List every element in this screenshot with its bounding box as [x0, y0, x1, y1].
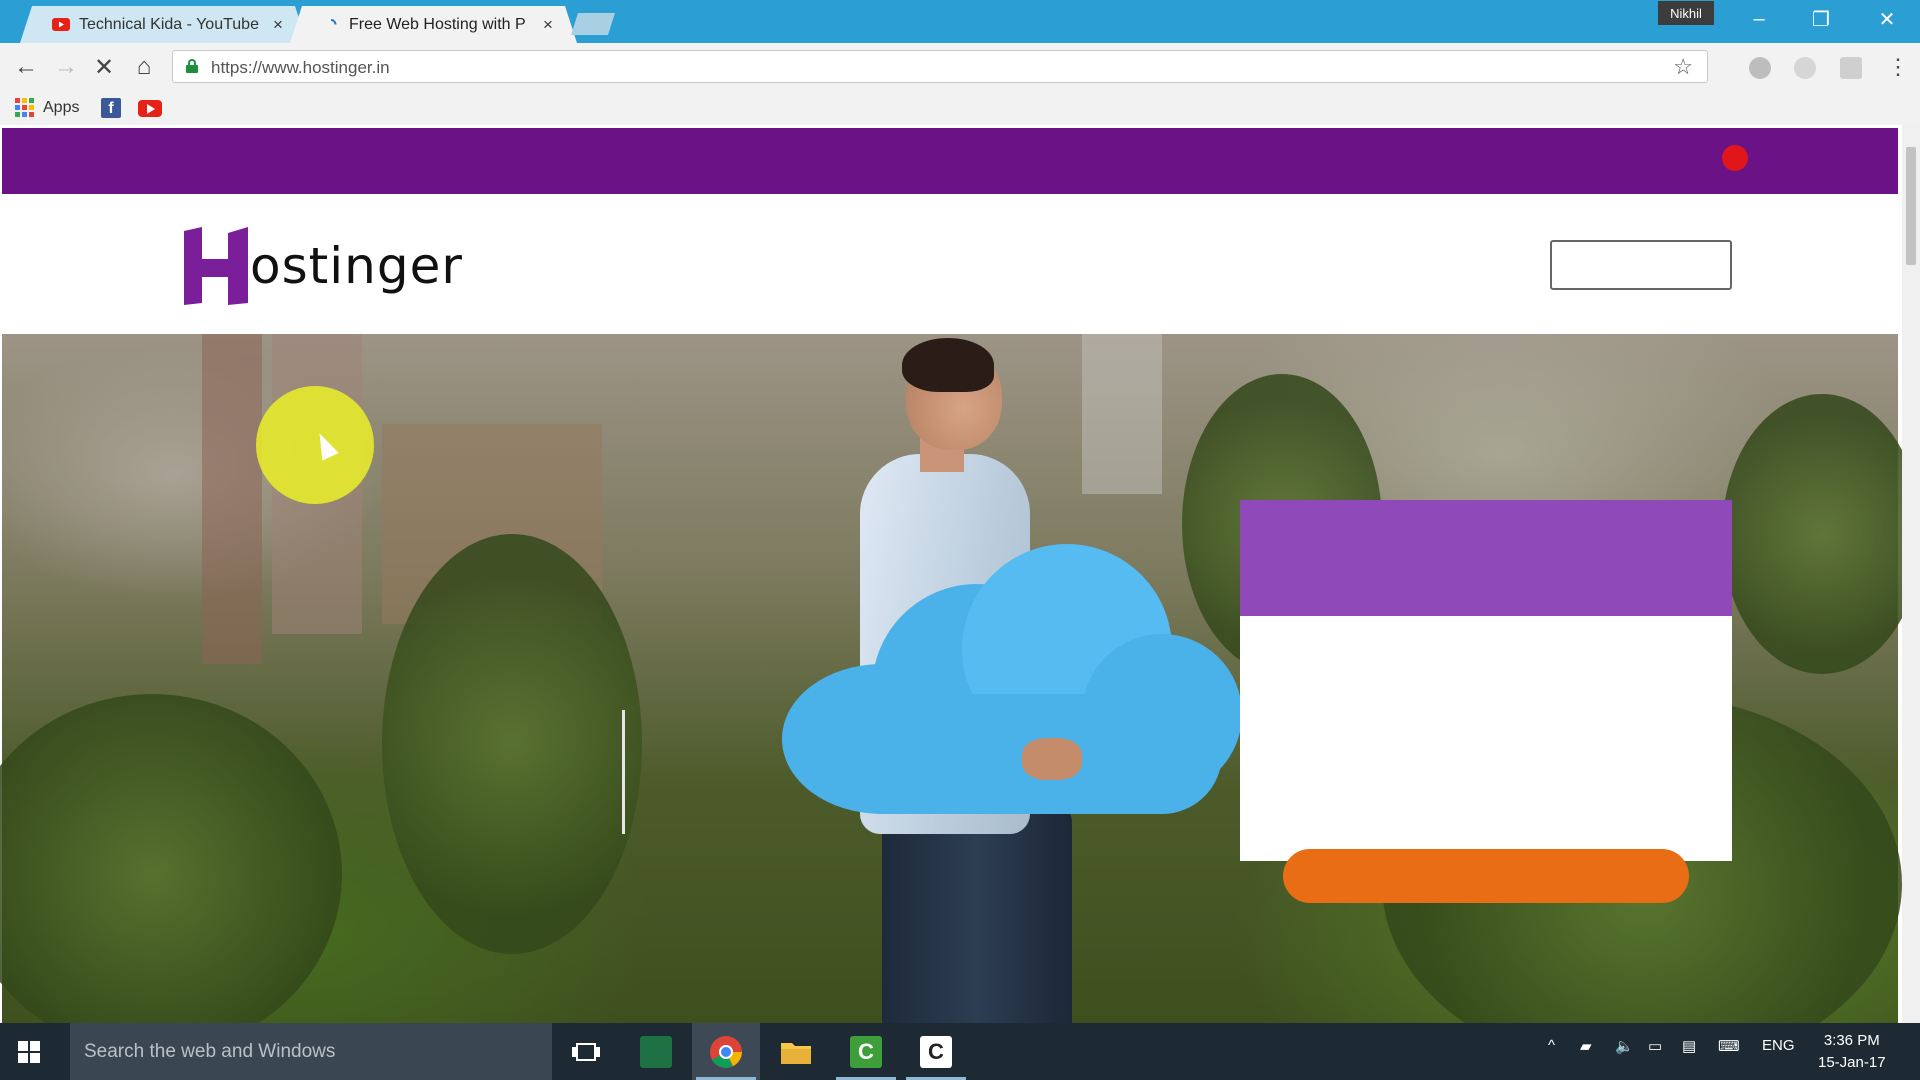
keyboard-icon[interactable]: ⌨ — [1718, 1037, 1740, 1055]
clock[interactable]: 3:36 PM 15-Jan-17 — [1818, 1030, 1886, 1074]
camtasia-icon: C — [850, 1035, 882, 1068]
tab-youtube[interactable]: Technical Kida - YouTube × — [20, 6, 307, 43]
taskbar-search-box[interactable]: Search the web and Windows — [70, 1023, 552, 1080]
extension-icon[interactable] — [1749, 57, 1771, 79]
promo-card-header — [1240, 500, 1732, 616]
logo-h-mark — [184, 227, 248, 305]
bookmark-star-icon[interactable]: ☆ — [1673, 54, 1693, 80]
clock-date: 15-Jan-17 — [1818, 1054, 1886, 1071]
tab-title: Technical Kida - YouTube — [79, 15, 259, 33]
hero-banner — [0, 334, 1902, 1023]
close-window-button[interactable]: ✕ — [1864, 4, 1910, 34]
person-hand — [1022, 738, 1082, 780]
minimize-button[interactable]: – — [1736, 4, 1782, 34]
background-tree — [0, 694, 342, 1023]
bookmark-apps-label: Apps — [43, 98, 80, 116]
background-building — [202, 334, 262, 664]
scroll-thumb[interactable] — [1906, 147, 1916, 265]
tray-overflow-icon[interactable]: ^ — [1548, 1037, 1555, 1054]
site-header: ostinger — [2, 194, 1898, 334]
stop-button[interactable]: ✕ — [88, 53, 120, 81]
background-tree — [1722, 394, 1902, 674]
promo-card-body — [1240, 616, 1732, 861]
language-indicator[interactable]: ENG — [1762, 1037, 1795, 1054]
extension-icon[interactable] — [1840, 57, 1862, 79]
forward-button[interactable]: → — [50, 53, 82, 81]
tab-strip: Technical Kida - YouTube × Free Web Host… — [0, 0, 1920, 43]
chrome-menu-button[interactable]: ⋮ — [1882, 53, 1914, 81]
network-icon[interactable]: ▰ — [1580, 1037, 1592, 1055]
volume-icon[interactable]: 🔈 — [1615, 1037, 1634, 1055]
tab-title: Free Web Hosting with P — [349, 15, 526, 33]
home-button[interactable]: ⌂ — [128, 53, 160, 81]
spreadsheet-app-icon — [640, 1035, 672, 1068]
bookmarks-bar: Apps f — [0, 91, 1920, 125]
header-login-button[interactable] — [1550, 240, 1732, 290]
slider-divider — [622, 710, 625, 834]
tab-close-icon[interactable]: × — [271, 15, 285, 35]
new-tab-button[interactable] — [571, 13, 615, 35]
address-bar[interactable]: https://www.hostinger.in ☆ — [172, 50, 1708, 83]
cloud-icon — [782, 544, 1242, 814]
notification-icon[interactable]: ▤ — [1682, 1037, 1696, 1055]
profile-button[interactable]: Nikhil — [1658, 1, 1714, 25]
bookmark-apps[interactable]: Apps — [15, 98, 79, 117]
hostinger-logo[interactable]: ostinger — [180, 224, 463, 308]
top-announcement-bar — [2, 128, 1898, 194]
taskbar-file-explorer[interactable] — [762, 1023, 830, 1080]
url-text: https://www.hostinger.in — [211, 58, 390, 77]
task-view-button[interactable] — [552, 1023, 620, 1080]
youtube-icon[interactable] — [138, 100, 162, 117]
extension-icon[interactable] — [1794, 57, 1816, 79]
folder-icon — [781, 1042, 811, 1064]
windows-taskbar: Search the web and Windows C C ^ ▰ 🔈 ▭ ▤… — [0, 1023, 1920, 1080]
page-scrollbar[interactable] — [1902, 125, 1920, 1023]
facebook-icon[interactable]: f — [101, 98, 121, 118]
youtube-icon — [52, 18, 70, 31]
chrome-icon — [710, 1035, 742, 1068]
browser-toolbar: ← → ✕ ⌂ https://www.hostinger.in ☆ ⋮ — [0, 43, 1920, 91]
promo-cta-button[interactable] — [1283, 849, 1689, 903]
apps-grid-icon — [15, 98, 34, 117]
camtasia-recorder-icon: C — [920, 1035, 952, 1068]
action-center-icon[interactable]: ▭ — [1648, 1037, 1662, 1055]
person-legs — [882, 804, 1072, 1023]
loading-spinner-icon — [322, 18, 340, 31]
taskbar-camtasia-green[interactable]: C — [832, 1023, 900, 1080]
taskbar-chrome[interactable] — [692, 1023, 760, 1080]
web-page: ostinger — [0, 125, 1902, 1023]
task-view-icon — [572, 1042, 600, 1061]
restore-button[interactable]: ❐ — [1798, 4, 1844, 34]
tab-close-icon[interactable]: × — [541, 15, 555, 35]
person-hair — [902, 338, 994, 392]
background-building — [1082, 334, 1162, 494]
lock-icon — [186, 59, 198, 73]
back-button[interactable]: ← — [10, 53, 42, 81]
tab-hostinger[interactable]: Free Web Hosting with P × — [290, 6, 577, 43]
taskbar-camtasia-white[interactable]: C — [902, 1023, 970, 1080]
taskbar-excel[interactable] — [622, 1023, 690, 1080]
start-windows-icon[interactable] — [18, 1041, 40, 1063]
background-tree — [382, 534, 642, 954]
clock-time: 3:36 PM — [1823, 1032, 1880, 1049]
logo-text: ostinger — [250, 237, 463, 295]
notification-dot — [1722, 145, 1748, 171]
